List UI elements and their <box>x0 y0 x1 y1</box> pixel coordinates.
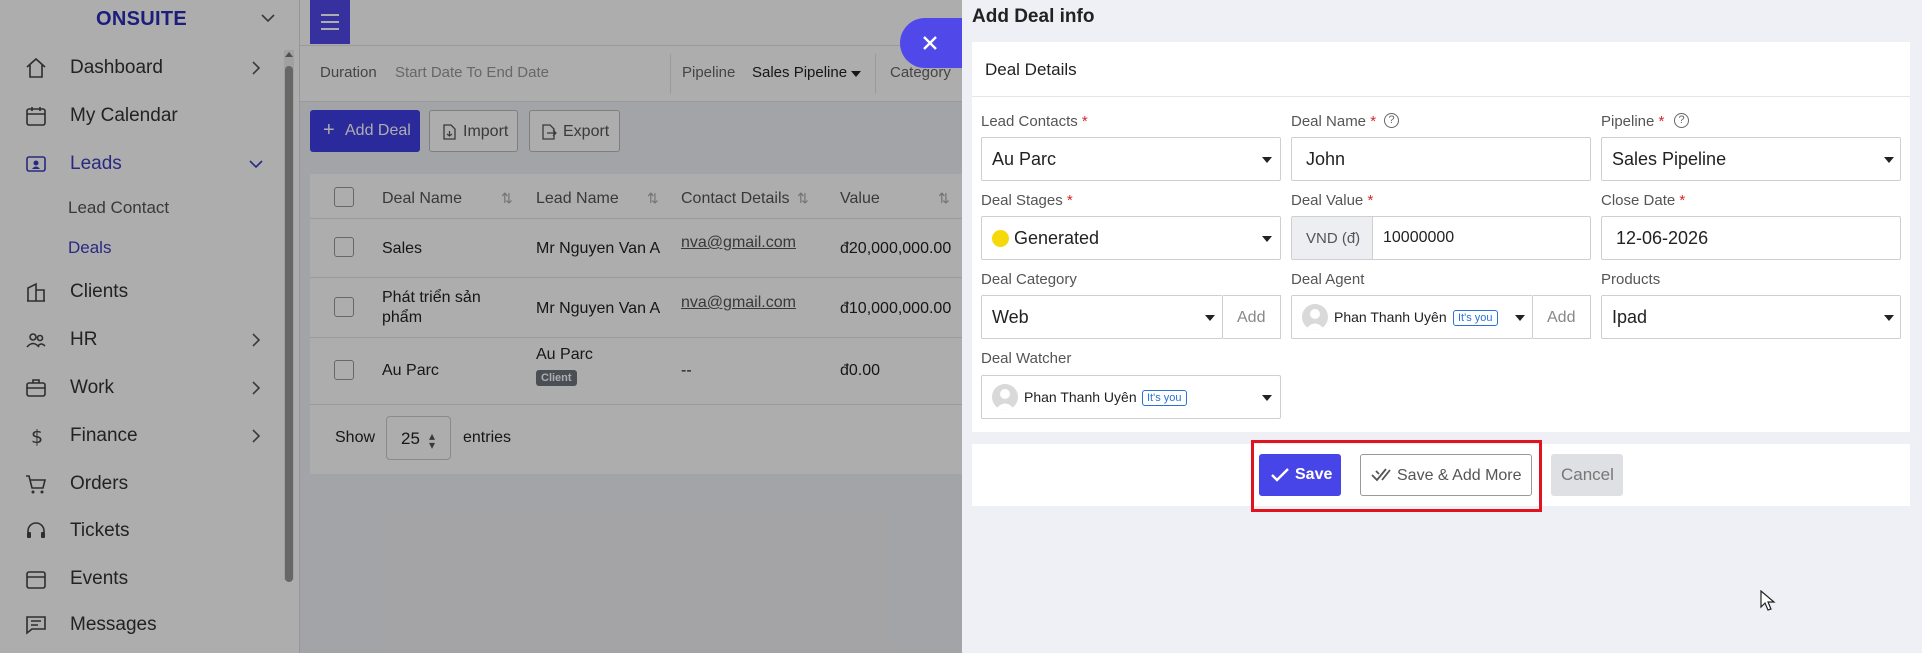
section-title: Deal Details <box>985 60 1077 79</box>
close-date-input[interactable]: 12-06-2026 <box>1601 216 1901 260</box>
lead-contacts-value: Au Parc <box>992 149 1057 169</box>
help-circle-icon[interactable]: ? <box>1674 113 1689 128</box>
deal-category-value: Web <box>992 307 1029 327</box>
close-icon <box>923 36 937 50</box>
pipeline-select[interactable]: Sales Pipeline <box>1601 137 1901 181</box>
lead-contacts-select[interactable]: Au Parc <box>981 137 1281 181</box>
modal-backdrop[interactable] <box>0 0 962 653</box>
products-label: Products <box>1601 271 1661 288</box>
currency-addon: VND (đ) <box>1292 217 1373 259</box>
cancel-label: Cancel <box>1561 465 1614 484</box>
add-category-button[interactable]: Add <box>1223 295 1281 339</box>
cancel-button[interactable]: Cancel <box>1551 454 1623 496</box>
highlight-box <box>1251 440 1542 512</box>
caret-down-icon <box>1262 395 1272 401</box>
deal-name-input[interactable]: John <box>1291 137 1591 181</box>
mouse-cursor-icon <box>1760 590 1776 611</box>
caret-down-icon <box>1205 315 1215 321</box>
deal-agent-value: Phan Thanh Uyên <box>1334 309 1447 325</box>
close-panel-button[interactable] <box>900 18 962 68</box>
deal-stages-select[interactable]: Generated <box>981 216 1281 260</box>
products-select[interactable]: Ipad <box>1601 295 1901 339</box>
lead-contacts-label: Lead Contacts * <box>981 113 1088 130</box>
products-value: Ipad <box>1612 307 1648 327</box>
pipeline-value: Sales Pipeline <box>1612 149 1727 169</box>
deal-category-select[interactable]: Web <box>981 295 1223 339</box>
caret-down-icon <box>1884 157 1894 163</box>
panel-title: Add Deal info <box>972 6 1095 27</box>
caret-down-icon <box>1515 315 1525 321</box>
deal-watcher-value: Phan Thanh Uyên <box>1024 389 1137 405</box>
caret-down-icon <box>1262 236 1272 242</box>
add-agent-button[interactable]: Add <box>1533 295 1591 339</box>
deal-value-input[interactable]: VND (đ) 10000000 <box>1291 216 1591 260</box>
deal-watcher-label: Deal Watcher <box>981 350 1072 367</box>
deal-stages-label: Deal Stages * <box>981 192 1073 209</box>
help-circle-icon[interactable]: ? <box>1384 113 1399 128</box>
section-divider <box>972 96 1910 97</box>
deal-agent-select[interactable]: Phan Thanh Uyên It's you <box>1291 295 1533 339</box>
its-you-badge: It's you <box>1142 390 1187 406</box>
deal-category-label: Deal Category <box>981 271 1077 288</box>
avatar <box>1302 304 1328 330</box>
deal-stages-value: Generated <box>1014 228 1100 248</box>
deal-value-label: Deal Value * <box>1291 192 1374 209</box>
stage-color-dot <box>992 230 1009 247</box>
close-date-label: Close Date * <box>1601 192 1686 209</box>
deal-name-label: Deal Name * <box>1291 113 1377 130</box>
deal-agent-label: Deal Agent <box>1291 271 1365 288</box>
deal-name-value: John <box>1306 149 1346 169</box>
deal-value-value: 10000000 <box>1383 229 1455 246</box>
caret-down-icon <box>1262 157 1272 163</box>
avatar <box>992 384 1018 410</box>
its-you-badge: It's you <box>1453 310 1498 326</box>
close-date-value: 12-06-2026 <box>1616 228 1709 248</box>
pipeline-label: Pipeline * <box>1601 113 1665 130</box>
deal-watcher-select[interactable]: Phan Thanh Uyên It's you <box>981 375 1281 419</box>
caret-down-icon <box>1884 315 1894 321</box>
currency-label: VND (đ) <box>1306 230 1361 247</box>
